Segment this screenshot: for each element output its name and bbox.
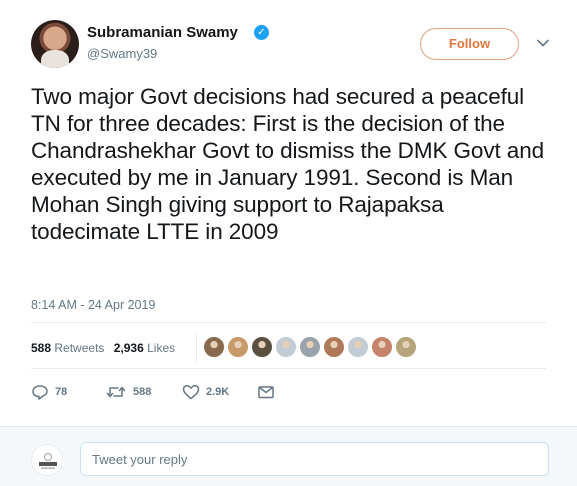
likes-count: 2,936 bbox=[113, 341, 144, 355]
liker-avatar[interactable] bbox=[275, 336, 297, 358]
user-logo-icon bbox=[39, 453, 57, 469]
follow-button[interactable]: Follow bbox=[420, 28, 519, 60]
stats-divider bbox=[196, 334, 197, 362]
liker-avatar[interactable] bbox=[347, 336, 369, 358]
retweet-count: 588 bbox=[133, 386, 152, 398]
retweet-icon bbox=[106, 386, 126, 398]
verified-badge-icon: ✓ bbox=[254, 25, 269, 40]
engagement-stats: 588 Retweets 2,936 Likes bbox=[31, 341, 175, 355]
retweets-label: Retweets bbox=[54, 341, 105, 355]
divider bbox=[31, 368, 546, 369]
envelope-icon bbox=[258, 386, 274, 399]
divider bbox=[31, 322, 546, 323]
tweet-card: Subramanian Swamy ✓ @Swamy39 Follow Two … bbox=[0, 0, 577, 426]
likes-stat[interactable]: 2,936 Likes bbox=[114, 341, 175, 355]
reply-count: 78 bbox=[55, 386, 68, 398]
likes-label: Likes bbox=[147, 341, 176, 355]
liker-avatar[interactable] bbox=[299, 336, 321, 358]
like-count: 2.9K bbox=[206, 386, 230, 398]
tweet-timestamp[interactable]: 8:14 AM - 24 Apr 2019 bbox=[31, 298, 155, 312]
chevron-down-icon[interactable] bbox=[536, 36, 550, 50]
liker-avatar[interactable] bbox=[395, 336, 417, 358]
tweet-text: Two major Govt decisions had secured a p… bbox=[31, 84, 545, 244]
liker-avatar[interactable] bbox=[227, 336, 249, 358]
heart-icon bbox=[182, 384, 200, 400]
reply-bar bbox=[0, 426, 577, 486]
author-avatar[interactable] bbox=[31, 20, 79, 68]
author-name[interactable]: Subramanian Swamy bbox=[87, 24, 238, 41]
liker-avatar[interactable] bbox=[371, 336, 393, 358]
user-avatar bbox=[31, 444, 63, 476]
liker-avatar[interactable] bbox=[323, 336, 345, 358]
liker-avatar[interactable] bbox=[251, 336, 273, 358]
reply-input[interactable] bbox=[80, 442, 549, 476]
liker-avatar[interactable] bbox=[203, 336, 225, 358]
author-handle[interactable]: @Swamy39 bbox=[87, 46, 157, 61]
retweets-count: 588 bbox=[31, 341, 52, 355]
reply-icon bbox=[32, 385, 48, 400]
retweets-stat[interactable]: 588 Retweets bbox=[31, 341, 104, 355]
